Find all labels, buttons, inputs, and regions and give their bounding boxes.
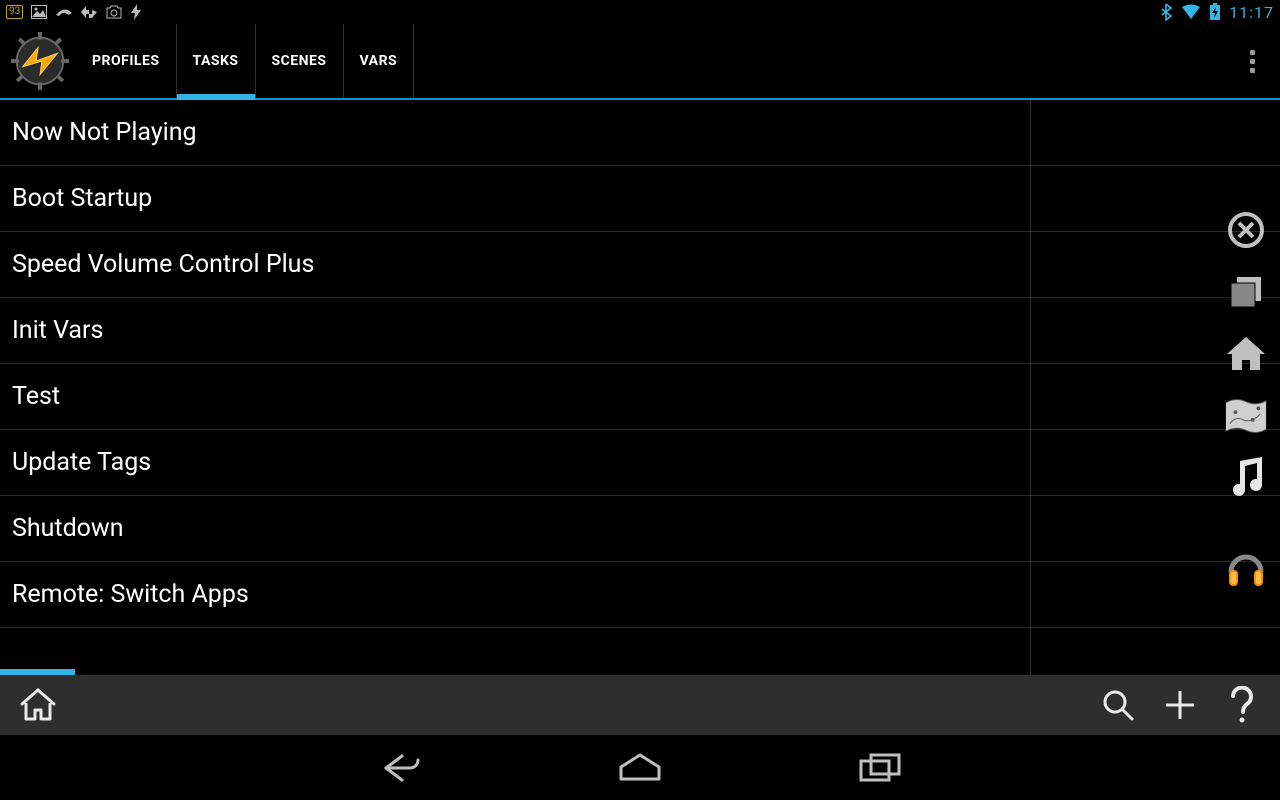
nav-recents-button[interactable] [850,744,910,792]
task-row[interactable]: Remote: Switch Apps [0,562,1030,628]
search-button[interactable] [1094,681,1142,729]
task-list-pane: Now Not Playing Boot Startup Speed Volum… [0,100,1030,675]
tasker-logo[interactable] [4,25,76,97]
bluetooth-icon [1161,3,1173,21]
nav-back-button[interactable] [370,744,430,792]
status-bar: 93 11:17 [0,0,1280,24]
tab-vars[interactable]: VARS [344,24,415,98]
task-row[interactable]: Speed Volume Control Plus [0,232,1030,298]
camera-icon [105,5,123,19]
headphones-icon[interactable] [1224,546,1268,590]
swoosh-icon [55,7,73,17]
task-icons-stack [1218,208,1274,590]
home-icon[interactable] [1224,332,1268,376]
tab-tasks[interactable]: TASKS [177,24,256,98]
image-icon [31,5,47,19]
app-bottom-bar [0,675,1280,735]
battery-charging-icon [1209,3,1221,21]
wifi-icon [1181,4,1201,20]
battery-percent-badge: 93 [6,5,23,19]
main-tabs: PROFILES TASKS SCENES VARS [76,24,414,98]
music-icon[interactable] [1224,456,1268,500]
task-row[interactable]: Init Vars [0,298,1030,364]
tab-profiles[interactable]: PROFILES [76,24,177,98]
task-row[interactable]: Shutdown [0,496,1030,562]
content-area: Now Not Playing Boot Startup Speed Volum… [0,100,1280,675]
nav-home-button[interactable] [610,744,670,792]
app-header: PROFILES TASKS SCENES VARS [0,24,1280,100]
task-row[interactable]: Test [0,364,1030,430]
lightning-icon [131,4,141,20]
add-button[interactable] [1156,681,1204,729]
clock-text: 11:17 [1229,3,1274,22]
sync-icon [81,4,97,20]
system-nav-bar [0,735,1280,800]
help-button[interactable] [1218,681,1266,729]
status-left-icons: 93 [6,4,141,20]
home-button[interactable] [14,681,62,729]
tab-scenes[interactable]: SCENES [256,24,344,98]
cancel-icon[interactable] [1224,208,1268,252]
task-row[interactable]: Now Not Playing [0,100,1030,166]
windows-icon[interactable] [1224,270,1268,314]
task-icon-pane [1030,100,1280,675]
overflow-menu-button[interactable] [1234,43,1270,79]
map-icon[interactable] [1224,394,1268,438]
task-row[interactable]: Boot Startup [0,166,1030,232]
task-row[interactable]: Update Tags [0,430,1030,496]
status-right-icons: 11:17 [1161,3,1274,22]
